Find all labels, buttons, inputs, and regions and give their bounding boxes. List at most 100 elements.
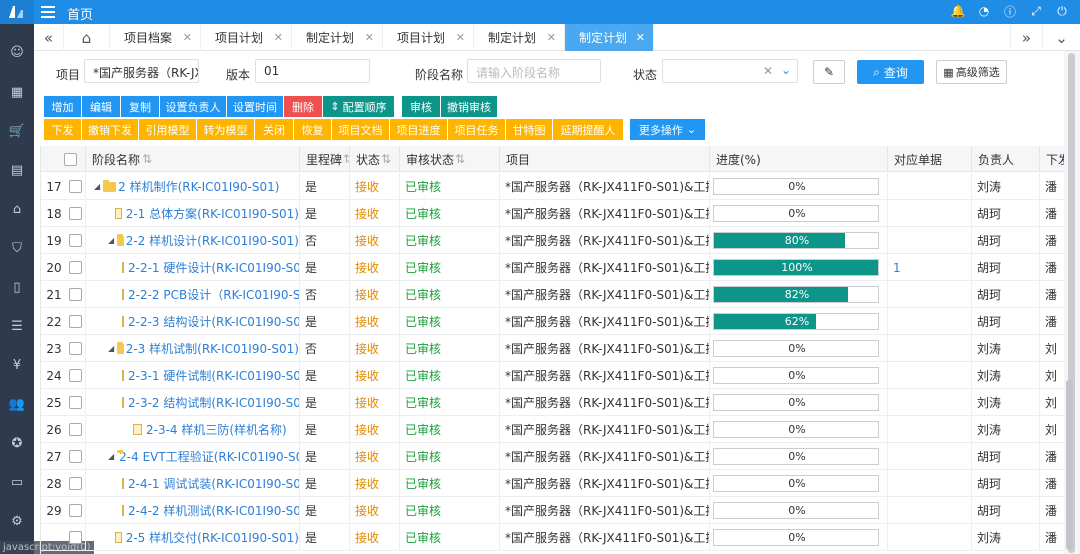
tab-scroll-left-icon[interactable]: « [34,24,64,51]
document-cell[interactable] [887,335,971,362]
table-row[interactable]: 21 2-2-2 PCB设计（RK-IC01I90-S01)否接收已审核*国产服务… [41,281,1064,308]
home-title[interactable]: 首页 [67,4,93,23]
table-row[interactable]: 28 2-4-1 调试试装(RK-IC01I90-S01) 是接收 已审核 *国产服务器… [41,470,1064,497]
col-milestone[interactable]: 里程碑⇅ [299,146,349,172]
tab-close-icon[interactable]: ✕ [183,31,192,44]
stage-name-link[interactable]: 2-4-1 调试试装(RK-IC01I90-S01) [128,475,299,492]
fullscreen-icon[interactable]: ⤢ [1028,3,1044,19]
stage-name-link[interactable]: 2-2-3 结构设计(RK-IC01I90-S01) [128,313,299,330]
grid-icon[interactable]: ▦ [9,84,25,100]
row-checkbox[interactable] [67,200,85,227]
table-row[interactable]: 24 2-3-1 硬件试制(RK-IC01I90-S01) 是接收 已审核 *国产服务器… [41,362,1064,389]
project-field[interactable]: *国产服务器（RK-JX [84,59,199,83]
reference-model-button[interactable]: 引用模型 [139,119,196,140]
clear-icon[interactable]: ✕ [763,64,773,78]
tab-close-icon[interactable]: ✕ [547,31,556,44]
stage-name-cell[interactable]: ◢ 2-4 EVT工程验证(RK-IC01I90-S01) [85,443,299,470]
row-checkbox[interactable] [67,443,85,470]
document-cell[interactable] [887,524,971,551]
table-row[interactable]: 25 2-3-2 结构试制(RK-IC01I90-S01) 是接收 已审核 *国产服务器… [41,389,1064,416]
project-docs-button[interactable]: 项目文档 [332,119,389,140]
project-progress-button[interactable]: 项目进度 [390,119,447,140]
col-audit-status[interactable]: 审核状态 ⇅ [399,146,499,172]
col-progress[interactable]: 进度(%) [709,146,887,172]
delay-reminder-button[interactable]: 延期提醒人 [553,119,623,140]
app-logo[interactable] [0,0,34,24]
menu-icon[interactable] [41,4,55,20]
close-button[interactable]: 关闭 [255,119,293,140]
more-actions-button[interactable]: 更多操作 ⌄ [630,119,705,140]
table-row[interactable]: 23 ◢ 2-3 样机试制(RK-IC01I90-S01) 否接收 已审核 *国产服务器（… [41,335,1064,362]
people-icon[interactable]: ☺ [9,44,25,60]
tab-project-plan[interactable]: 项目计划 ✕ [201,24,292,51]
stage-name-link[interactable]: 2-3-1 硬件试制(RK-IC01I90-S01) [128,367,299,384]
set-time-button[interactable]: 设置时间 [227,96,283,117]
stage-name-link[interactable]: 2-3-2 结构试制(RK-IC01I90-S01) [128,394,299,411]
stage-name-cell[interactable]: 2-1 总体方案(RK-IC01I90-S01) [85,200,299,227]
dashboard-icon[interactable]: ◔ [976,3,992,19]
stage-name-link[interactable]: 2-2-1 硬件设计(RK-IC01I90-S01) [128,259,299,276]
tab-close-icon[interactable]: ✕ [365,31,374,44]
document-cell[interactable] [887,416,971,443]
tab-scroll-right-icon[interactable]: » [1010,24,1042,51]
stage-name-cell[interactable]: 2-4-2 样机测试(RK-IC01I90-S01) [85,497,299,524]
document-cell[interactable] [887,497,971,524]
stage-name-link[interactable]: 2-5 样机交付(RK-IC01I90-S01) [126,529,299,546]
checkbox[interactable] [69,207,82,220]
edit-button[interactable]: 编辑 [82,96,120,117]
award-icon[interactable]: ✪ [9,435,25,451]
file-icon[interactable]: ▯ [9,279,25,295]
col-project[interactable]: 项目 [499,146,709,172]
info-icon[interactable]: ⓘ [1002,3,1018,19]
audit-button[interactable]: 审核 [402,96,440,117]
row-checkbox[interactable] [67,281,85,308]
add-button[interactable]: 增加 [44,96,81,117]
table-row[interactable]: 27 ◢ 2-4 EVT工程验证(RK-IC01I90-S01) 是接收 已审核 *国产服… [41,443,1064,470]
document-cell[interactable] [887,308,971,335]
table-icon[interactable]: ☰ [9,318,25,334]
tab-make-plan-active[interactable]: 制定计划 ✕ [565,24,654,51]
checkbox[interactable] [69,342,82,355]
status-select[interactable]: ✕ ⌄ [662,59,798,83]
checkbox[interactable] [69,477,82,490]
tab-close-icon[interactable]: ✕ [456,31,465,44]
stage-name-link[interactable]: 2-3 样机试制(RK-IC01I90-S01) [126,340,299,357]
row-checkbox[interactable] [67,227,85,254]
set-owner-button[interactable]: 设置负责人 [160,96,226,117]
row-checkbox[interactable] [67,308,85,335]
expand-icon[interactable]: ◢ [108,344,114,353]
select-all-checkbox[interactable] [41,146,85,172]
project-task-button[interactable]: 项目任务 [448,119,505,140]
revoke-issue-button[interactable]: 撤销下发 [82,119,138,140]
expand-icon[interactable]: ◢ [94,182,100,191]
table-row[interactable]: 18 2-1 总体方案(RK-IC01I90-S01) 是接收 已审核 *国产服务器（R… [41,200,1064,227]
chevron-down-icon[interactable]: ⌄ [781,63,791,77]
stage-name-cell[interactable]: 2-4-1 调试试装(RK-IC01I90-S01) [85,470,299,497]
bell-icon[interactable]: 🔔 [950,3,966,19]
stage-name-cell[interactable]: ◢ 2-3 样机试制(RK-IC01I90-S01) [85,335,299,362]
shield-icon[interactable]: ⛉ [9,240,25,256]
stage-name-cell[interactable]: 2-3-2 结构试制(RK-IC01I90-S01) [85,389,299,416]
convert-model-button[interactable]: 转为模型 [197,119,254,140]
stage-name-cell[interactable]: 2-5 样机交付(RK-IC01I90-S01) [85,524,299,551]
scroll-thumb[interactable] [1066,380,1073,550]
stage-name-link[interactable]: 2-2-2 PCB设计（RK-IC01I90-S01) [128,286,299,303]
row-checkbox[interactable] [67,362,85,389]
close-icon[interactable]: ⏻ [1054,3,1070,19]
expand-icon[interactable]: ◢ [108,236,114,245]
row-checkbox[interactable] [67,470,85,497]
home-icon[interactable]: ⌂ [9,201,25,217]
stage-name-cell[interactable]: 2-3-1 硬件试制(RK-IC01I90-S01) [85,362,299,389]
document-cell[interactable] [887,443,971,470]
row-checkbox[interactable] [67,389,85,416]
checkbox[interactable] [69,450,82,463]
row-checkbox[interactable] [67,524,85,551]
issue-button[interactable]: 下发 [44,119,81,140]
revoke-audit-button[interactable]: 撤销审核 [441,96,497,117]
stage-name-link[interactable]: 2-4-2 样机测试(RK-IC01I90-S01) [128,502,299,519]
tab-close-icon[interactable]: ✕ [636,31,645,44]
cart-icon[interactable]: 🛒 [9,123,25,139]
checkbox[interactable] [69,504,82,517]
stage-name-link[interactable]: 2-3-4 样机三防(样机名称) [146,421,287,438]
clear-filter-button[interactable]: ✎ [813,60,845,84]
